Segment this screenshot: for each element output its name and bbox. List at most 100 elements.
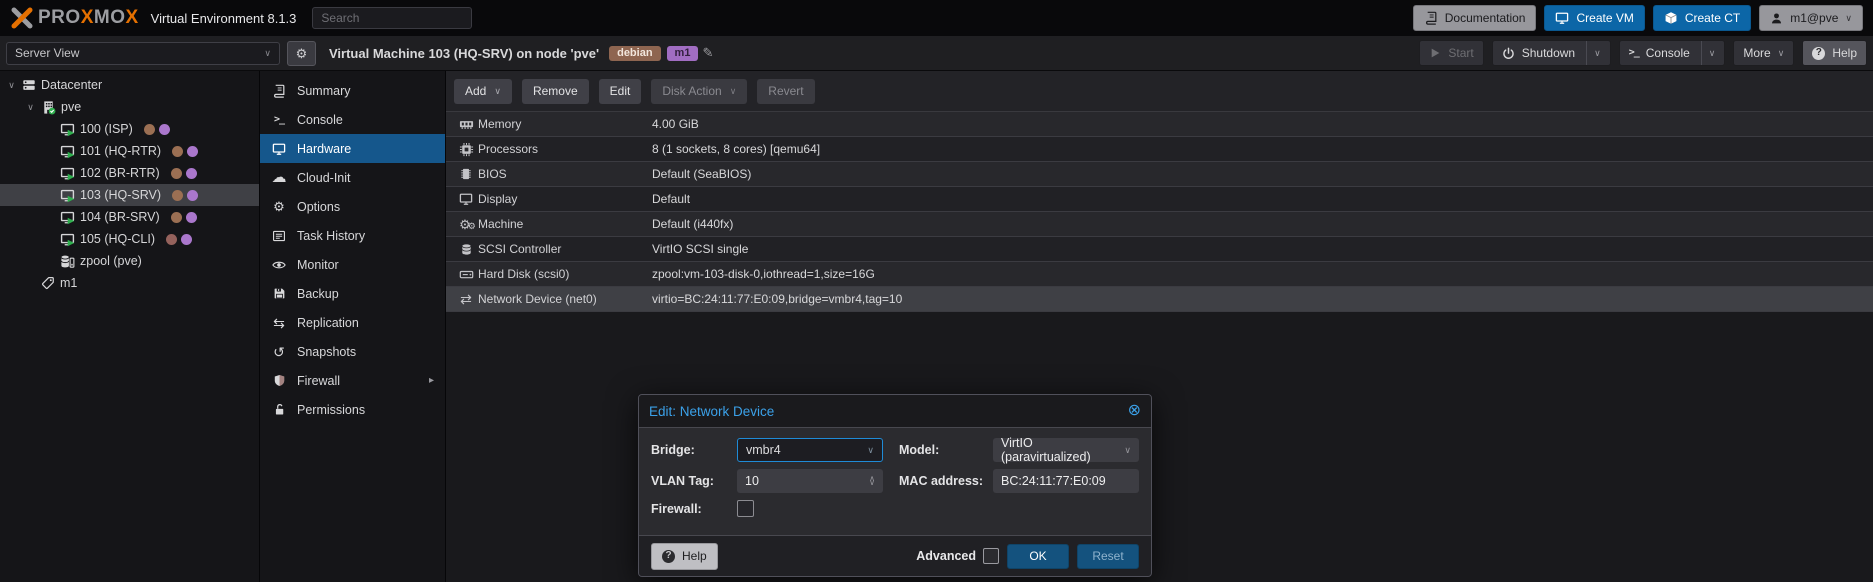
hw-key: BIOS <box>478 167 652 181</box>
ok-button[interactable]: OK <box>1007 544 1069 569</box>
nav-item-hardware[interactable]: Hardware <box>260 134 445 163</box>
spinner-arrows-icon[interactable]: ∧∨ <box>869 477 875 486</box>
view-selector-combobox[interactable]: Server View ∨ <box>6 42 280 65</box>
display-icon <box>1555 11 1569 25</box>
tree-item-101-hq-rtr[interactable]: 101 (HQ-RTR) <box>0 140 259 162</box>
nav-item-permissions[interactable]: Permissions <box>260 395 445 424</box>
button-label: Start <box>1448 46 1473 60</box>
dialog-help-button[interactable]: ? Help <box>651 543 718 570</box>
tree-item-104-br-srv[interactable]: 104 (BR-SRV) <box>0 206 259 228</box>
tag-icon <box>41 276 55 290</box>
nav-item-firewall[interactable]: Firewall▸ <box>260 366 445 395</box>
reset-button[interactable]: Reset <box>1077 544 1139 569</box>
dialog-header[interactable]: Edit: Network Device ⊗ <box>639 395 1151 428</box>
bridge-value: vmbr4 <box>746 443 781 457</box>
nav-item-console[interactable]: >_Console <box>260 105 445 134</box>
split-chevron-down-icon[interactable]: ∨ <box>1586 41 1601 65</box>
advanced-checkbox[interactable] <box>983 548 999 564</box>
tree-item-zpool-pve[interactable]: zpool (pve) <box>0 250 259 272</box>
tree-item-103-hq-srv[interactable]: 103 (HQ-SRV) <box>0 184 259 206</box>
tag-dots <box>171 168 197 179</box>
documentation-button[interactable]: Documentation <box>1413 5 1537 31</box>
search-input[interactable] <box>312 7 472 29</box>
firewall-checkbox[interactable] <box>737 500 754 517</box>
edit-button[interactable]: Edit <box>599 79 642 104</box>
tree-item-pve[interactable]: ∨pve <box>0 96 259 118</box>
topbar-buttons: Documentation Create VM Create CT m1@pve∨ <box>1413 5 1863 31</box>
hw-key: Network Device (net0) <box>478 292 652 306</box>
list-icon <box>271 229 287 243</box>
split-chevron-down-icon[interactable]: ∨ <box>1701 41 1716 65</box>
hw-row-hard-disk-scsi0[interactable]: Hard Disk (scsi0)zpool:vm-103-disk-0,iot… <box>446 262 1873 287</box>
floppy-icon <box>271 287 287 300</box>
nav-item-cloud-init[interactable]: ☁Cloud-Init <box>260 163 445 192</box>
nav-item-options[interactable]: ⚙Options <box>260 192 445 221</box>
shield-icon <box>271 374 287 387</box>
dialog-close-icon[interactable]: ⊗ <box>1128 403 1141 419</box>
hw-value: Default (i440fx) <box>652 217 733 231</box>
nav-item-monitor[interactable]: Monitor <box>260 250 445 279</box>
chevron-down-icon[interactable]: ∨ <box>867 445 874 456</box>
hw-value: Default <box>652 192 690 206</box>
nav-item-label: Console <box>297 113 343 127</box>
hw-row-network-device-net0[interactable]: ⇄Network Device (net0)virtio=BC:24:11:77… <box>446 287 1873 312</box>
expander-chevron-icon[interactable]: ∨ <box>6 80 17 91</box>
tree-item-100-isp[interactable]: 100 (ISP) <box>0 118 259 140</box>
help-button-label: Help <box>682 549 707 563</box>
button-label: Create CT <box>1685 11 1740 25</box>
bridge-combobox[interactable]: vmbr4 ∨ <box>737 438 883 462</box>
remove-button[interactable]: Remove <box>522 79 589 104</box>
question-icon: ? <box>662 550 675 563</box>
model-combobox[interactable]: VirtIO (paravirtualized) ∨ <box>993 438 1139 462</box>
tree-item-105-hq-cli[interactable]: 105 (HQ-CLI) <box>0 228 259 250</box>
nav-item-task-history[interactable]: Task History <box>260 221 445 250</box>
display-icon <box>459 192 473 206</box>
nav-item-label: Firewall <box>297 374 340 388</box>
zfs-icon <box>60 254 75 269</box>
nav-item-backup[interactable]: Backup <box>260 279 445 308</box>
nav-item-snapshots[interactable]: ↺Snapshots <box>260 337 445 366</box>
help-button[interactable]: ?Help <box>1802 40 1867 66</box>
edit-tags-pencil-icon[interactable]: ✎ <box>702 45 713 61</box>
db-icon <box>460 243 473 256</box>
add-button[interactable]: Add∨ <box>454 79 512 104</box>
hw-row-display[interactable]: DisplayDefault <box>446 187 1873 212</box>
revert-button[interactable]: Revert <box>757 79 814 104</box>
more-button[interactable]: More∨ <box>1733 40 1794 66</box>
vlan-tag-spinner[interactable]: 10 ∧∨ <box>737 469 883 493</box>
m1-pve-button[interactable]: m1@pve∨ <box>1759 5 1863 31</box>
hw-value: virtio=BC:24:11:77:E0:09,bridge=vmbr4,ta… <box>652 292 902 306</box>
environment-version-label: Virtual Environment 8.1.3 <box>151 11 297 26</box>
expander-chevron-icon[interactable]: ∨ <box>25 102 36 113</box>
hdd-icon <box>459 267 474 282</box>
hw-row-processors[interactable]: Processors8 (1 sockets, 8 cores) [qemu64… <box>446 137 1873 162</box>
tag-dot-icon <box>172 190 183 201</box>
tree-item-m1[interactable]: m1 <box>0 272 259 294</box>
mac-address-field[interactable]: BC:24:11:77:E0:09 <box>993 469 1139 493</box>
nav-item-replication[interactable]: ⇆Replication <box>260 308 445 337</box>
nav-item-summary[interactable]: Summary <box>260 76 445 105</box>
nav-item-label: Replication <box>297 316 359 330</box>
shutdown-button[interactable]: Shutdown ∨ <box>1492 40 1611 66</box>
tree-item-label: 101 (HQ-RTR) <box>80 144 161 158</box>
hw-row-scsi-controller[interactable]: SCSI ControllerVirtIO SCSI single <box>446 237 1873 262</box>
view-settings-button[interactable]: ⚙ <box>287 41 316 66</box>
dialog-body: Bridge: vmbr4 ∨ Model: VirtIO (paravirtu… <box>639 428 1151 535</box>
console-button[interactable]: >_Console∨ <box>1619 40 1726 66</box>
create-vm-button[interactable]: Create VM <box>1544 5 1644 31</box>
tree-item-datacenter[interactable]: ∨Datacenter <box>0 74 259 96</box>
disk-action-button[interactable]: Disk Action∨ <box>651 79 747 104</box>
hw-row-bios[interactable]: BIOSDefault (SeaBIOS) <box>446 162 1873 187</box>
tree-item-102-br-rtr[interactable]: 102 (BR-RTR) <box>0 162 259 184</box>
gear-icon: ⚙ <box>296 47 308 60</box>
hw-row-machine[interactable]: ⚙⚙MachineDefault (i440fx) <box>446 212 1873 237</box>
start-button[interactable]: Start <box>1419 40 1483 66</box>
hw-value: Default (SeaBIOS) <box>652 167 751 181</box>
vlan-tag-value: 10 <box>745 474 759 488</box>
top-bar: PROXMOX Virtual Environment 8.1.3 Docume… <box>0 0 1873 36</box>
button-label: Shutdown <box>1522 46 1575 60</box>
hw-row-memory[interactable]: Memory4.00 GiB <box>446 112 1873 137</box>
create-ct-button[interactable]: Create CT <box>1653 5 1751 31</box>
tag-dots <box>144 124 170 135</box>
chevron-down-icon[interactable]: ∨ <box>1124 445 1131 456</box>
